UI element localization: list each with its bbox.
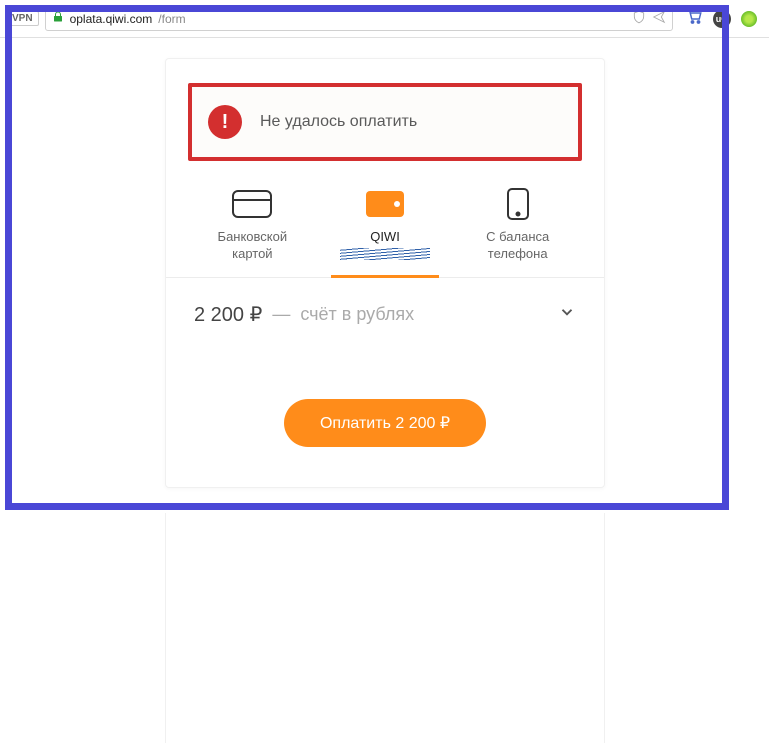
tab-phone-label: С балансателефона bbox=[455, 229, 580, 263]
active-tab-indicator bbox=[331, 275, 440, 278]
tab-qiwi-account bbox=[323, 248, 448, 263]
lock-icon bbox=[52, 11, 64, 26]
browser-toolbar-icons: uO bbox=[679, 7, 763, 30]
account-amount: 2 200 ₽ bbox=[194, 302, 262, 327]
payment-method-tabs: Банковскойкартой QIWI С балансателефона bbox=[166, 179, 604, 277]
card-icon bbox=[190, 187, 315, 221]
browser-address-bar: VPN oplata.qiwi.com/form uO bbox=[0, 0, 769, 38]
account-separator: — bbox=[272, 304, 290, 325]
url-path: /form bbox=[158, 12, 185, 26]
error-message: Не удалось оплатить bbox=[260, 113, 417, 131]
page-content: ! Не удалось оплатить Банковскойкартой Q… bbox=[0, 38, 769, 734]
tab-phone-balance[interactable]: С балансателефона bbox=[451, 181, 584, 277]
error-icon: ! bbox=[208, 105, 242, 139]
url-input[interactable]: oplata.qiwi.com/form bbox=[45, 7, 673, 31]
vpn-badge: VPN bbox=[6, 11, 39, 26]
chevron-down-icon bbox=[558, 303, 576, 326]
adguard-icon[interactable] bbox=[741, 11, 757, 27]
url-domain: oplata.qiwi.com bbox=[70, 12, 153, 26]
phone-icon bbox=[455, 187, 580, 221]
tab-qiwi[interactable]: QIWI bbox=[319, 181, 452, 277]
error-banner: ! Не удалось оплатить bbox=[188, 83, 582, 161]
tab-card-label: Банковскойкартой bbox=[190, 229, 315, 263]
account-selector[interactable]: 2 200 ₽ — счёт в рублях bbox=[166, 278, 604, 351]
payment-card: ! Не удалось оплатить Банковскойкартой Q… bbox=[165, 58, 605, 488]
pay-button[interactable]: Оплатить 2 200 ₽ bbox=[284, 399, 486, 447]
shield-icon[interactable] bbox=[632, 10, 646, 27]
send-icon[interactable] bbox=[652, 10, 666, 27]
wallet-icon bbox=[323, 187, 448, 221]
ublock-icon[interactable]: uO bbox=[713, 10, 731, 28]
tab-qiwi-label: QIWI bbox=[323, 229, 448, 246]
tab-bank-card[interactable]: Банковскойкартой bbox=[186, 181, 319, 277]
account-description: счёт в рублях bbox=[300, 304, 414, 325]
cart-icon[interactable] bbox=[685, 7, 703, 30]
card-continuation bbox=[165, 513, 605, 743]
